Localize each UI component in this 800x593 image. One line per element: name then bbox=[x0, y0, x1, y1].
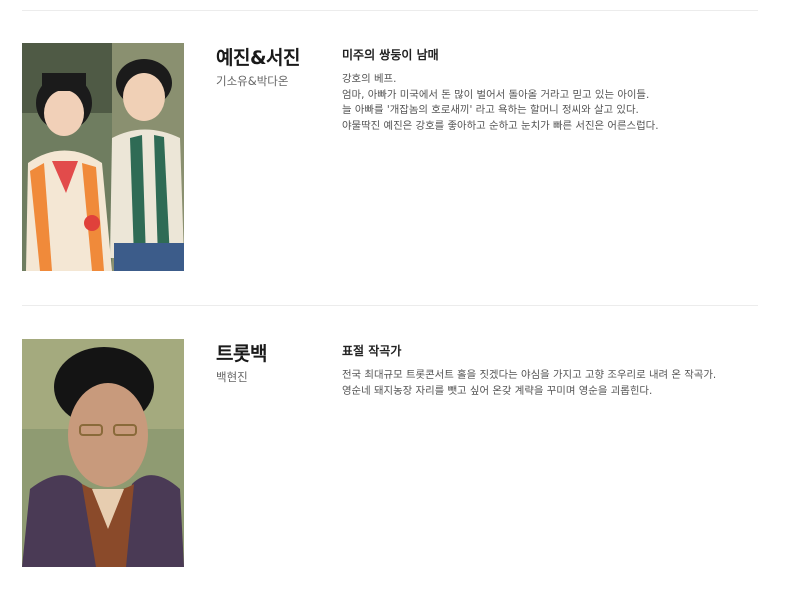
description-line: 야물딱진 예진은 강호를 좋아하고 순하고 눈치가 빠른 서진은 어른스럽다. bbox=[342, 119, 659, 132]
description-line: 늘 아빠를 '개잡놈의 호로새끼' 라고 욕하는 할머니 정씨와 살고 있다. bbox=[342, 104, 639, 116]
actor-name: 백현진 bbox=[216, 370, 248, 384]
man-portrait-photo bbox=[22, 339, 184, 567]
character-role: 표절 작곡가 bbox=[342, 344, 402, 358]
description-line: 영순네 돼지농장 자리를 뺏고 싶어 온갖 계략을 꾸미며 영순을 괴롭힌다. bbox=[342, 384, 653, 397]
character-name: 트롯백 bbox=[216, 343, 267, 365]
description-line: 엄마, 아빠가 미국에서 돈 많이 벌어서 돌아올 거라고 믿고 있는 아이들. bbox=[342, 88, 650, 101]
character-description: 전국 최대규모 트롯콘서트 홀을 짓겠다는 야심을 가지고 고향 조우리로 내려… bbox=[342, 368, 752, 399]
actor-name: 기소유&박다온 bbox=[216, 74, 289, 88]
twins-portrait-photo bbox=[22, 43, 184, 271]
card-divider bbox=[22, 305, 758, 306]
top-divider bbox=[22, 10, 758, 11]
character-role: 미주의 쌍둥이 남매 bbox=[342, 48, 439, 62]
character-card-twins: 예진&서진 기소유&박다온 미주의 쌍둥이 남매 강호의 베프. 엄마, 아빠가… bbox=[22, 43, 758, 273]
character-card-trotback: 트롯백 백현진 표절 작곡가 전국 최대규모 트롯콘서트 홀을 짓겠다는 야심을… bbox=[22, 339, 758, 569]
description-line: 전국 최대규모 트롯콘서트 홀을 짓겠다는 야심을 가지고 고향 조우리로 내려… bbox=[342, 369, 717, 381]
description-line: 강호의 베프. bbox=[342, 73, 397, 85]
character-name: 예진&서진 bbox=[216, 47, 301, 69]
character-description: 강호의 베프. 엄마, 아빠가 미국에서 돈 많이 벌어서 돌아올 거라고 믿고… bbox=[342, 72, 752, 134]
